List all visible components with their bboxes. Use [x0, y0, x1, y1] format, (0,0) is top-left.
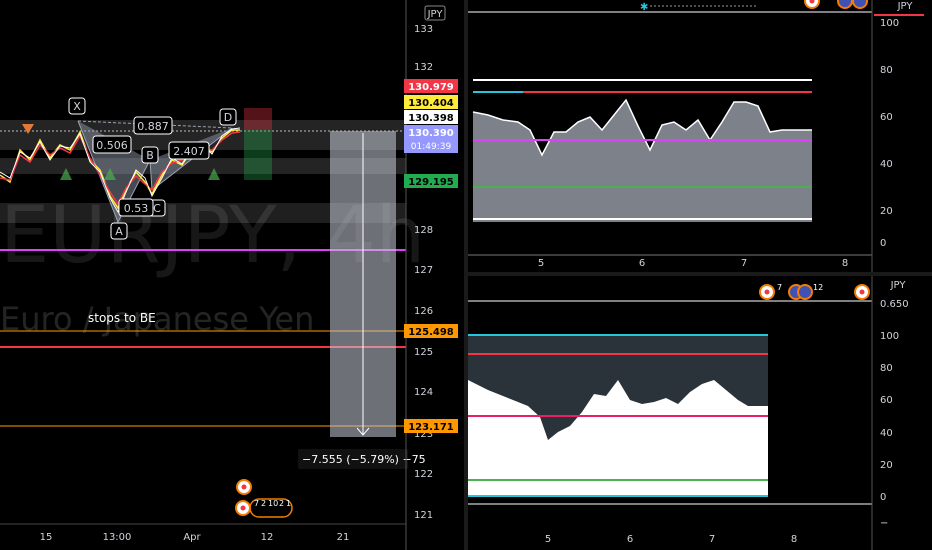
event-icon-dot — [241, 484, 247, 490]
price-tick: 132 — [414, 62, 433, 73]
currency-label: JPY — [427, 9, 444, 20]
main-chart-svg[interactable]: EURJPY, 4h Euro / Japanese Yen X A B C D… — [0, 0, 466, 550]
pattern-point-d: D — [224, 111, 232, 124]
event-count: 1 — [286, 499, 291, 508]
sparkle-icon: ✱ — [640, 2, 648, 13]
ratio-xd: 0.887 — [137, 120, 169, 133]
watermark-description: Euro / Japanese Yen — [0, 300, 314, 338]
y-tick: 100 — [880, 331, 899, 342]
oscillator-top-svg[interactable]: ✱ JPY 100 80 60 40 20 0 5 6 7 8 — [468, 0, 932, 272]
y-tick: 80 — [880, 65, 893, 76]
x-tick: 5 — [545, 534, 551, 545]
x-tick: 5 — [538, 258, 544, 269]
y-tick: 80 — [880, 363, 893, 374]
y-tick: 0 — [880, 238, 886, 249]
price-badge-label: 130.979 — [408, 82, 454, 93]
time-tick: 15 — [40, 532, 53, 543]
currency-label: JPY — [890, 280, 907, 291]
event-count: 7 — [777, 283, 782, 292]
event-count: 7 — [254, 499, 259, 508]
currency-label: JPY — [897, 1, 914, 12]
y-tick: 0 — [880, 492, 886, 503]
annotation-text[interactable]: stops to BE — [88, 311, 156, 325]
y-tick: 20 — [880, 206, 893, 217]
x-tick: 7 — [709, 534, 715, 545]
pattern-point-b: B — [146, 149, 154, 162]
countdown-label: 01:49:39 — [411, 142, 452, 152]
time-tick: 13:00 — [103, 532, 132, 543]
y-tick: 40 — [880, 428, 893, 439]
y-tick: 100 — [880, 18, 899, 29]
pattern-point-a: A — [115, 225, 123, 238]
oscillator-bottom-pane[interactable]: 7 12 JPY 0.650 100 80 60 40 20 0 − 5 6 7… — [468, 276, 932, 550]
main-chart-pane[interactable]: EURJPY, 4h Euro / Japanese Yen X A B C D… — [0, 0, 466, 550]
event-count: 10 — [268, 499, 278, 508]
pattern-point-c: C — [153, 202, 161, 215]
event-icon-dot — [859, 289, 865, 295]
flag-event-icon[interactable] — [797, 284, 813, 300]
price-badge-label: 130.390 — [408, 128, 454, 139]
price-badge-label: 129.195 — [408, 177, 454, 188]
y-tick-minus: − — [880, 518, 888, 529]
price-badge-label: 130.398 — [408, 113, 454, 124]
y-tick: 60 — [880, 395, 893, 406]
price-tick: 121 — [414, 510, 433, 521]
position-stop-zone[interactable] — [244, 108, 272, 130]
x-tick: 8 — [842, 258, 848, 269]
event-count: 2 — [279, 499, 284, 508]
x-tick: 6 — [627, 534, 633, 545]
ratio-xb: 0.506 — [96, 139, 128, 152]
time-tick: 12 — [261, 532, 274, 543]
oscillator-top-pane[interactable]: ✱ JPY 100 80 60 40 20 0 5 6 7 8 — [468, 0, 932, 272]
red-value-badge-edge — [874, 14, 924, 16]
x-tick: 8 — [791, 534, 797, 545]
event-count: 12 — [813, 283, 823, 292]
oscillator-bottom-svg[interactable]: 7 12 JPY 0.650 100 80 60 40 20 0 − 5 6 7… — [468, 276, 932, 550]
flag-event-icon[interactable] — [852, 0, 868, 9]
event-icon-dot — [764, 289, 770, 295]
y-tick: 40 — [880, 159, 893, 170]
price-tick: 133 — [414, 24, 433, 35]
event-icon-dot — [240, 505, 246, 511]
y-tick: 20 — [880, 460, 893, 471]
price-badge-label: 125.498 — [408, 327, 454, 338]
price-tick: 125 — [414, 347, 433, 358]
time-tick: Apr — [183, 532, 201, 543]
x-tick: 6 — [639, 258, 645, 269]
ratio-ac: 0.53 — [124, 202, 149, 215]
pattern-point-x: X — [73, 100, 81, 113]
price-badge-label: 130.404 — [408, 98, 454, 109]
x-tick: 7 — [741, 258, 747, 269]
price-tick: 128 — [414, 225, 433, 236]
time-tick: 21 — [337, 532, 350, 543]
price-tick: 127 — [414, 265, 433, 276]
position-target-zone[interactable] — [244, 130, 272, 180]
price-tick: 126 — [414, 306, 433, 317]
measure-label: −7.555 (−5.79%) −75 — [302, 453, 426, 466]
y-tick: 60 — [880, 112, 893, 123]
top-value-label: 0.650 — [880, 299, 909, 310]
price-badge-label: 123.171 — [408, 422, 454, 433]
price-tick: 122 — [414, 469, 433, 480]
event-count: 2 — [261, 499, 266, 508]
ratio-bd: 2.407 — [173, 145, 205, 158]
price-tick: 124 — [414, 387, 433, 398]
flag-event-icon[interactable] — [837, 0, 853, 9]
